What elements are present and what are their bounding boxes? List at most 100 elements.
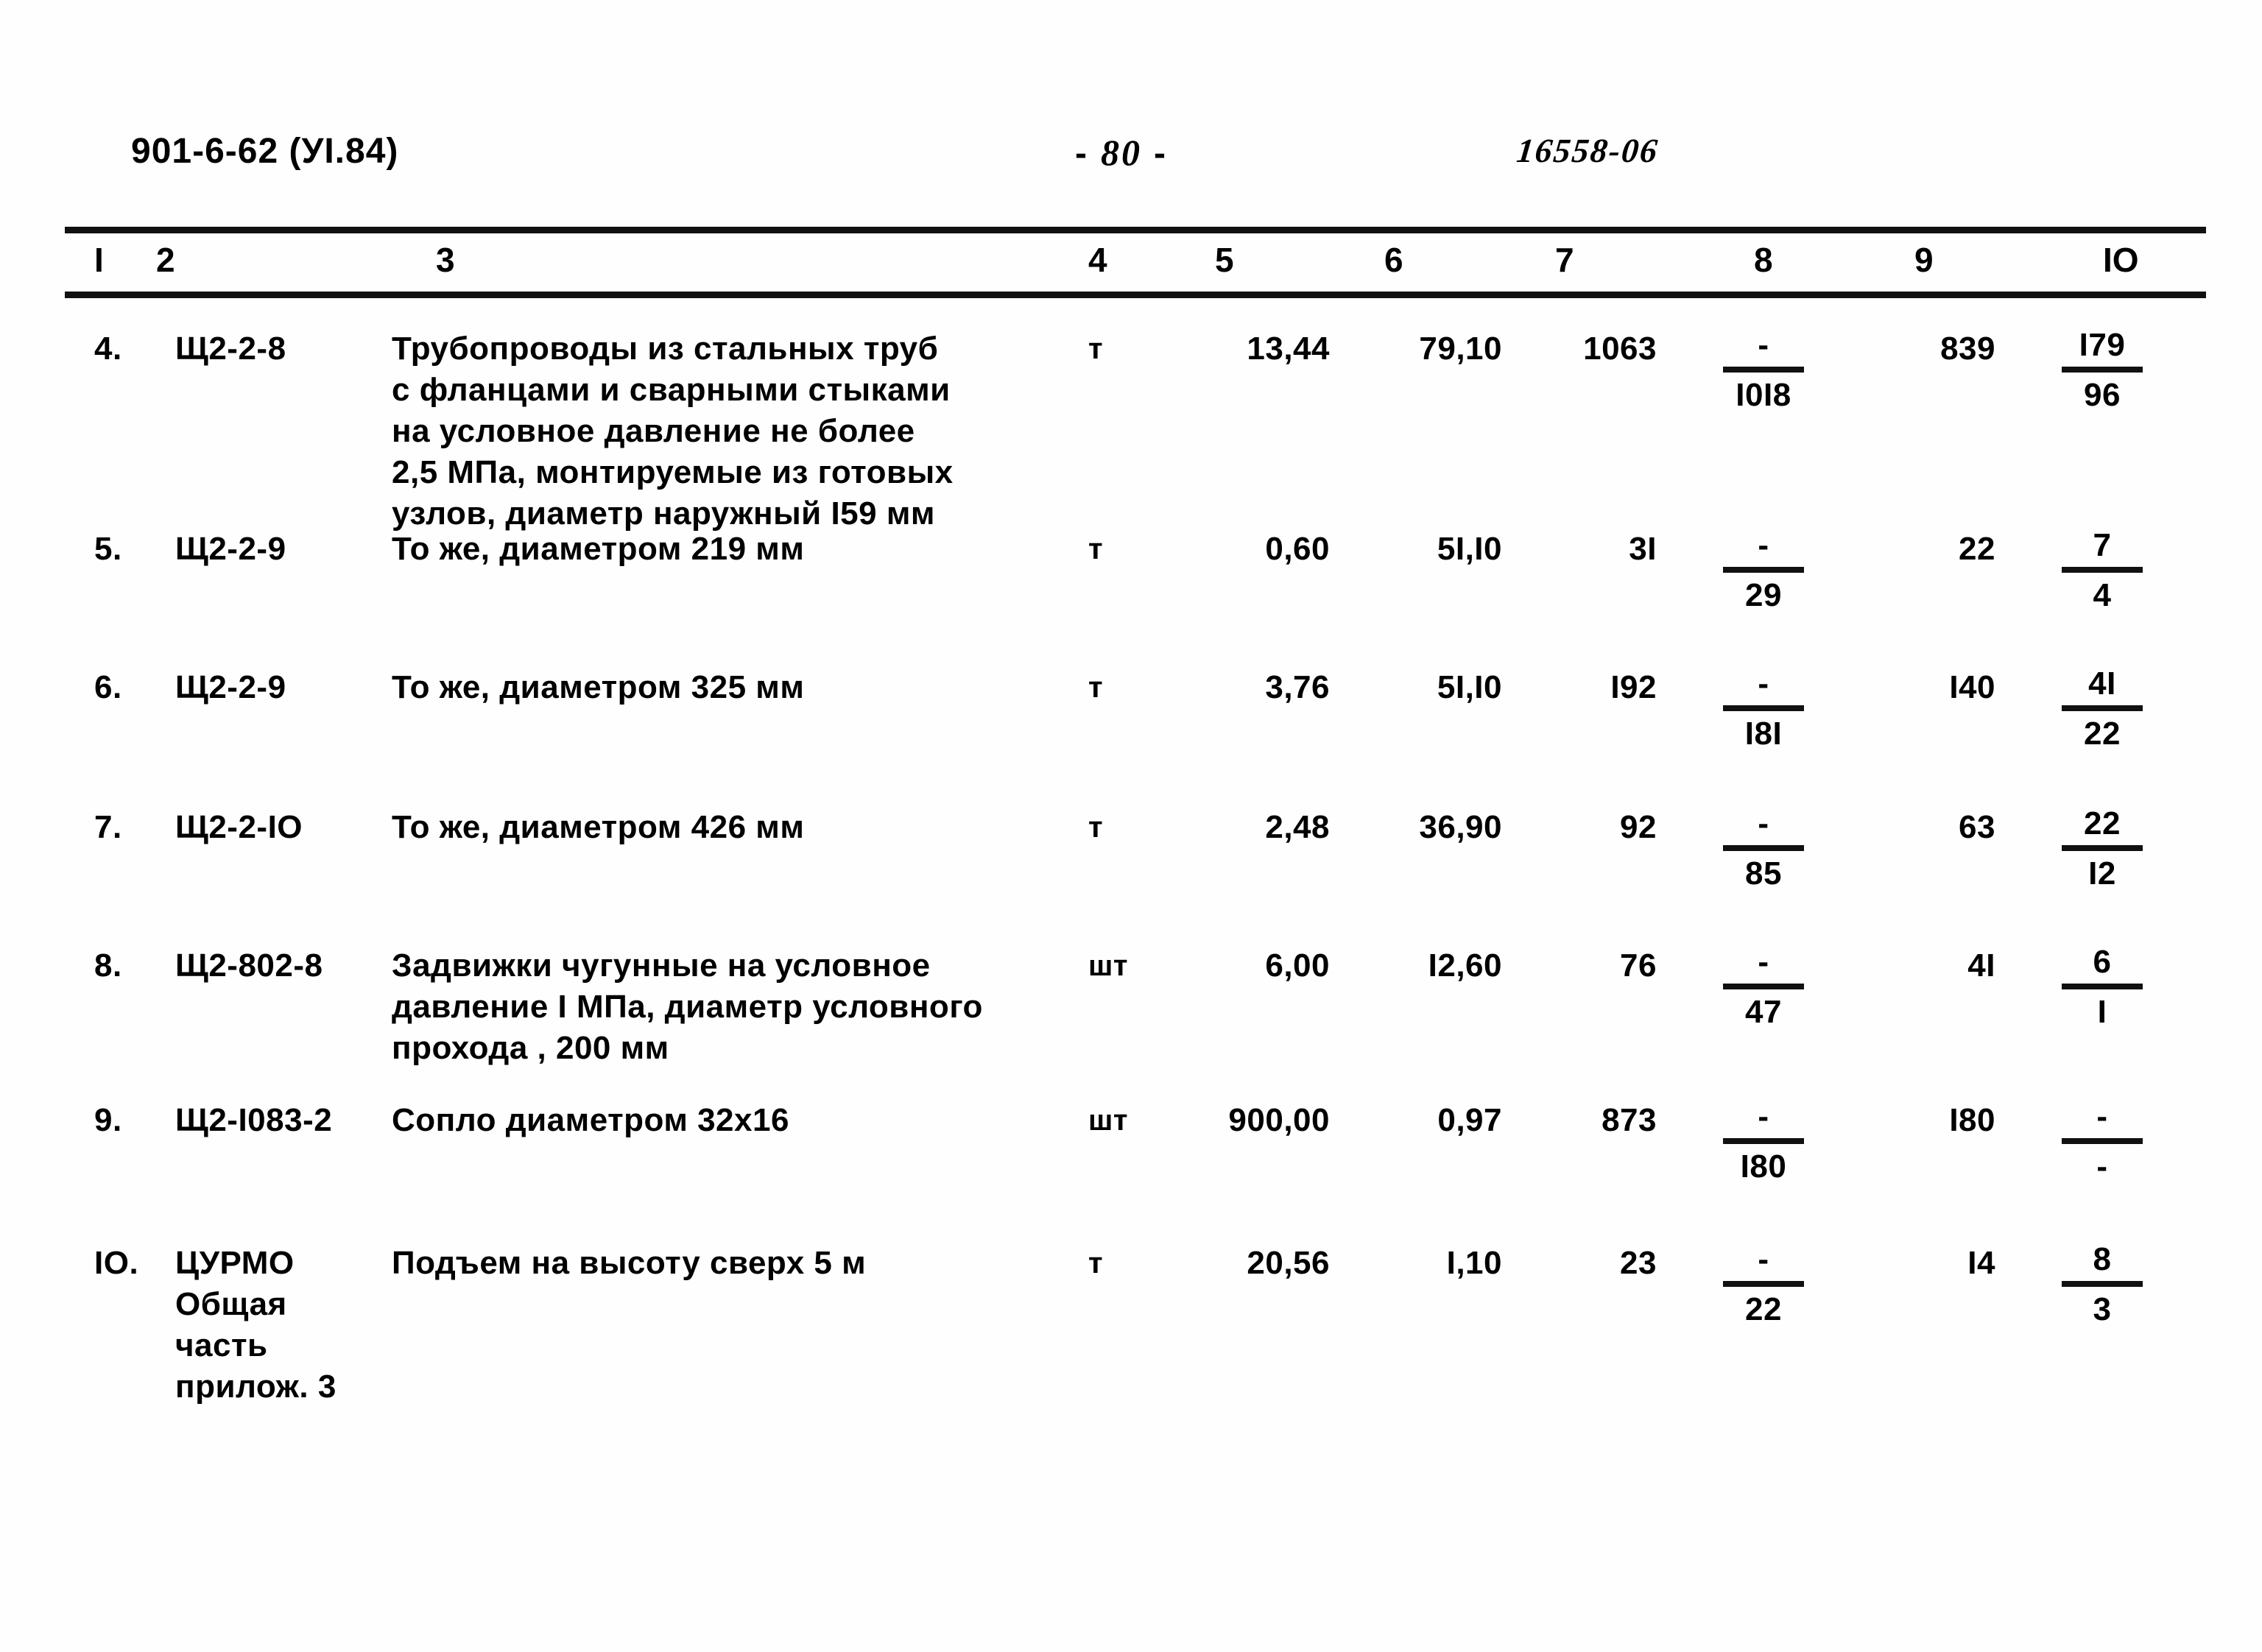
row-col8-fraction-denominator: I80: [1740, 1148, 1787, 1185]
row-col10-fraction: 4I 22: [2032, 667, 2172, 755]
row-quantity: 20,56: [1247, 1245, 1330, 1281]
row-number: 4.: [94, 331, 122, 367]
row-col10-fraction: --: [2032, 1100, 2172, 1187]
row-col8-fraction-numerator: -: [1758, 327, 1769, 363]
row-item-code: Щ2-I083-2: [175, 1102, 333, 1138]
column-header-8: 8: [1754, 241, 1773, 279]
row-quantity: 13,44: [1247, 331, 1330, 367]
row-col10-fraction: 6I: [2032, 945, 2172, 1033]
row-col10-fraction-numerator: 6: [2093, 944, 2112, 980]
row-col9: 63: [1959, 809, 1995, 845]
row-number: IO.: [94, 1245, 139, 1281]
row-col9: I40: [1949, 669, 1995, 705]
row-total-cost: 1063: [1583, 331, 1657, 367]
row-col10-fraction: 83: [2032, 1243, 2172, 1330]
row-quantity: 3,76: [1265, 669, 1330, 705]
row-col10-fraction-numerator: 4I: [2088, 666, 2116, 702]
row-col8-fraction-bar: [1723, 984, 1804, 989]
row-col10-fraction-denominator: I: [2097, 994, 2107, 1030]
row-col8-fraction-denominator: 47: [1745, 994, 1782, 1030]
table-rule-bottom: [65, 292, 2206, 298]
row-col10-fraction-bar: [2062, 567, 2143, 573]
table-column-headers: I 2 3 4 5 6 7 8 9 IO: [0, 240, 2262, 287]
row-item-code: Щ2-2-9: [175, 531, 286, 567]
row-col9: 22: [1959, 531, 1995, 567]
row-item-code: Щ2-2-IO: [175, 809, 303, 845]
row-col10-fraction-bar: [2062, 845, 2143, 851]
row-total-cost: 92: [1620, 809, 1657, 845]
row-col10-fraction-numerator: 22: [2084, 805, 2121, 841]
row-col8-fraction-numerator: -: [1758, 805, 1769, 841]
row-col8-fraction-bar: [1723, 845, 1804, 851]
row-col10-fraction-bar: [2062, 367, 2143, 373]
table-row: 8. Щ2-802-8 Задвижки чугунные на условное …: [0, 945, 2262, 1100]
row-unit-price: I,10: [1446, 1245, 1502, 1281]
row-unit: шт: [1088, 1104, 1128, 1137]
row-col8-fraction: - I80: [1694, 1100, 1833, 1187]
row-col10-fraction-numerator: -: [2096, 1098, 2108, 1134]
table-row: 6. Щ2-2-9 То же, диаметром 325 мм т 3,76 5I,I…: [0, 667, 2262, 807]
column-header-6: 6: [1384, 241, 1403, 279]
row-quantity: 2,48: [1265, 809, 1330, 845]
row-col10-fraction-denominator: -: [2096, 1148, 2108, 1185]
row-col10-fraction-bar: [2062, 705, 2143, 711]
table-row: 9. Щ2-I083-2 Сопло диаметром 32x16 шт 900,00…: [0, 1100, 2262, 1243]
row-col8-fraction: - 85: [1694, 807, 1833, 894]
row-col9: 839: [1940, 331, 1995, 367]
row-unit-price: 5I,I0: [1437, 669, 1502, 705]
row-item-code: Щ2-802-8: [175, 947, 323, 984]
row-unit: т: [1088, 811, 1104, 844]
row-col10-fraction-denominator: 96: [2084, 377, 2121, 413]
row-col8-fraction-bar: [1723, 705, 1804, 711]
row-col8-fraction-bar: [1723, 567, 1804, 573]
row-quantity: 0,60: [1265, 531, 1330, 567]
row-unit: т: [1088, 533, 1104, 565]
table-row: IO. ЦУРМО Общая часть прилож. 3 Подъем на …: [0, 1243, 2262, 1486]
page-number-value: 80: [1100, 132, 1142, 173]
row-unit-price: 5I,I0: [1437, 531, 1502, 567]
column-header-10: IO: [2103, 241, 2139, 279]
column-header-2: 2: [156, 241, 175, 279]
row-item-code: Щ2-2-9: [175, 669, 286, 705]
row-item-code: ЦУРМО Общая часть прилож. 3: [175, 1245, 337, 1405]
row-col10-fraction-denominator: I2: [2088, 855, 2116, 892]
row-description: То же, диаметром 219 мм: [392, 531, 805, 567]
table-row: 7. Щ2-2-IO То же, диаметром 426 мм т 2,48 36,…: [0, 807, 2262, 945]
archive-stamp: 16558-06: [1515, 132, 1661, 169]
row-number: 7.: [94, 809, 122, 845]
page-header: 901-6-62 (УI.84) -80- 16558-06: [0, 131, 2262, 183]
row-col10-fraction-numerator: 8: [2093, 1241, 2112, 1277]
document-page: 901-6-62 (УI.84) -80- 16558-06 I 2 3 4 5…: [0, 0, 2262, 1652]
page-dash-right: -: [1153, 134, 1168, 173]
table-row: 4. Щ2-2-8 Трубопроводы из стальных труб с …: [0, 327, 2262, 532]
row-number: 5.: [94, 531, 122, 567]
row-col10-fraction-denominator: 4: [2093, 577, 2112, 613]
row-unit-price: 0,97: [1437, 1102, 1502, 1138]
row-number: 8.: [94, 947, 122, 984]
row-col9: 4I: [1967, 947, 1995, 984]
row-col8-fraction-denominator: 29: [1745, 577, 1782, 613]
row-col10-fraction-numerator: 7: [2093, 527, 2112, 563]
row-total-cost: 3I: [1629, 531, 1657, 567]
row-description: Задвижки чугунные на условное давление I…: [392, 947, 983, 1066]
row-description: Сопло диаметром 32x16: [392, 1102, 789, 1138]
document-code: 901-6-62 (УI.84): [131, 132, 399, 171]
row-description: То же, диаметром 426 мм: [392, 809, 805, 845]
row-quantity: 6,00: [1265, 947, 1330, 984]
table-row: 5. Щ2-2-9 То же, диаметром 219 мм т 0,60 5I,I…: [0, 529, 2262, 667]
row-total-cost: I92: [1610, 669, 1657, 705]
column-header-1: I: [94, 241, 104, 279]
row-unit: т: [1088, 333, 1104, 365]
row-col8-fraction-denominator: I0I8: [1736, 377, 1791, 413]
row-description: Трубопроводы из стальных труб с фланцами…: [392, 331, 954, 532]
row-unit: шт: [1088, 950, 1128, 982]
page-number: -80-: [1075, 131, 1168, 174]
row-unit-price: 79,10: [1419, 331, 1502, 367]
row-col8-fraction-denominator: I8I: [1744, 716, 1783, 752]
row-col8-fraction: - 47: [1694, 945, 1833, 1033]
row-total-cost: 873: [1602, 1102, 1657, 1138]
row-quantity: 900,00: [1228, 1102, 1330, 1138]
row-col8-fraction-denominator: 22: [1745, 1291, 1782, 1327]
row-col10-fraction: I79 96: [2032, 328, 2172, 416]
row-col8-fraction: - 22: [1694, 1243, 1833, 1330]
